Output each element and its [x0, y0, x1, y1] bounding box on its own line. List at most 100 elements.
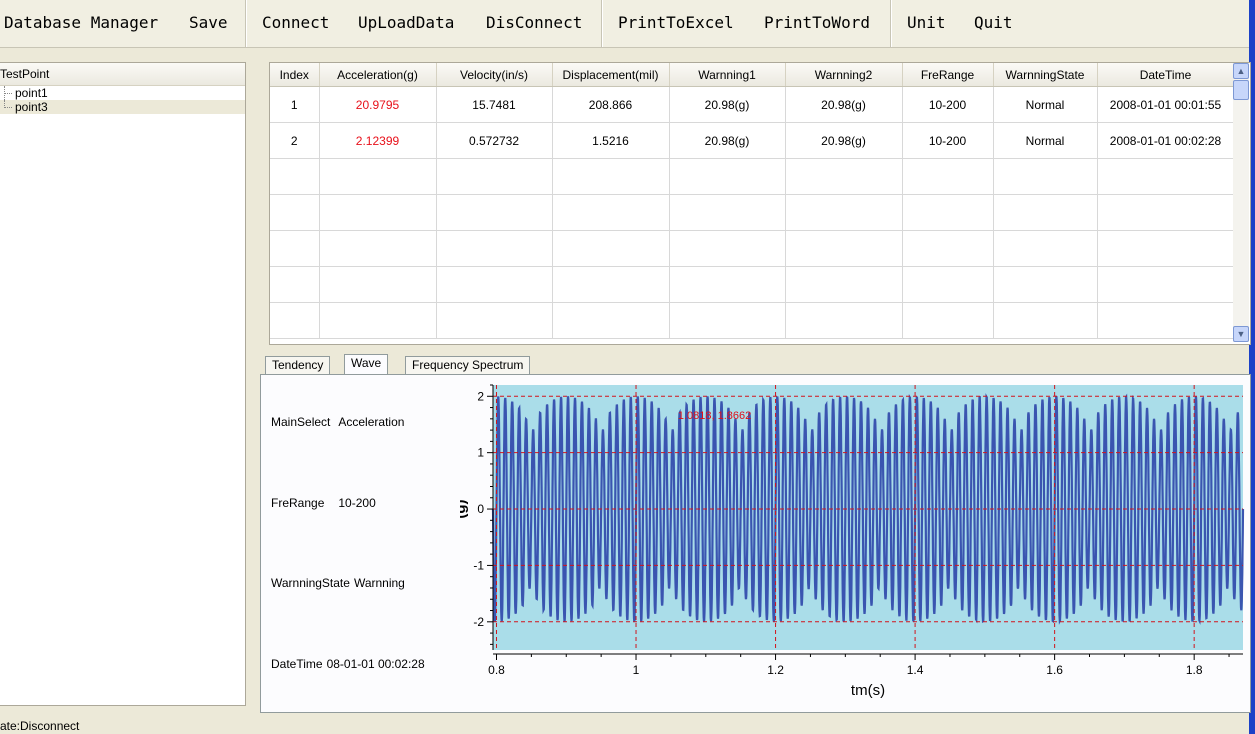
tab-tendency[interactable]: Tendency	[265, 356, 331, 374]
table-cell[interactable]	[552, 158, 670, 195]
table-cell[interactable]	[436, 194, 553, 231]
table-cell[interactable]	[552, 302, 670, 339]
cell-warnningstate[interactable]: Normal	[993, 86, 1098, 123]
table-cell[interactable]	[270, 194, 320, 231]
table-cell[interactable]	[319, 158, 437, 195]
cell-displacement[interactable]: 1.5216	[552, 122, 670, 159]
table-cell[interactable]	[1097, 194, 1235, 231]
table-cell[interactable]	[993, 230, 1098, 267]
table-cell[interactable]	[993, 158, 1098, 195]
table-cell[interactable]	[993, 302, 1098, 339]
table-cell[interactable]	[319, 302, 437, 339]
table-cell[interactable]	[552, 194, 670, 231]
table-cell[interactable]	[270, 158, 320, 195]
table-cell[interactable]	[669, 194, 786, 231]
status-text: ate:Disconnect	[0, 719, 80, 733]
table-scrollbar[interactable]: ▲ ▼	[1233, 63, 1249, 342]
table-row[interactable]: 2 2.12399 0.572732 1.5216 20.98(g) 20.98(g) 10…	[270, 122, 1235, 159]
table-row-empty[interactable]	[270, 158, 1235, 195]
cell-datetime[interactable]: 2008-01-01 00:01:55	[1097, 86, 1235, 123]
table-row[interactable]: 1 20.9795 15.7481 208.866 20.98(g) 20.98(g) 10…	[270, 86, 1235, 123]
menu-unit[interactable]: Unit	[907, 0, 946, 47]
scroll-up-icon[interactable]: ▲	[1233, 63, 1249, 79]
menu-quit[interactable]: Quit	[974, 0, 1013, 47]
table-cell[interactable]	[785, 158, 903, 195]
cell-frerange[interactable]: 10-200	[902, 86, 994, 123]
table-cell[interactable]	[902, 302, 994, 339]
table-cell[interactable]	[993, 266, 1098, 303]
cell-velocity[interactable]: 15.7481	[436, 86, 553, 123]
cell-datetime[interactable]: 2008-01-01 00:02:28	[1097, 122, 1235, 159]
cell-index[interactable]: 1	[270, 86, 320, 123]
col-header-frerange[interactable]: FreRange	[902, 63, 994, 87]
table-cell[interactable]	[902, 158, 994, 195]
table-cell[interactable]	[902, 194, 994, 231]
table-cell[interactable]	[785, 230, 903, 267]
cell-displacement[interactable]: 208.866	[552, 86, 670, 123]
cell-warnning2[interactable]: 20.98(g)	[785, 86, 903, 123]
col-header-warnning2[interactable]: Warnning2	[785, 63, 903, 87]
tree-item-point1[interactable]: point1	[0, 86, 245, 100]
menu-print-to-word[interactable]: PrintToWord	[764, 0, 870, 47]
cell-warnning1[interactable]: 20.98(g)	[669, 86, 786, 123]
cell-warnning2[interactable]: 20.98(g)	[785, 122, 903, 159]
cell-warnning1[interactable]: 20.98(g)	[669, 122, 786, 159]
table-cell[interactable]	[1097, 230, 1235, 267]
menu-print-to-excel[interactable]: PrintToExcel	[618, 0, 734, 47]
col-header-acceleration[interactable]: Acceleration(g)	[319, 63, 437, 87]
scroll-down-icon[interactable]: ▼	[1233, 326, 1249, 342]
table-cell[interactable]	[1097, 158, 1235, 195]
scroll-thumb[interactable]	[1233, 80, 1249, 100]
col-header-displacement[interactable]: Displacement(mil)	[552, 63, 670, 87]
table-cell[interactable]	[270, 266, 320, 303]
menu-connect[interactable]: Connect	[262, 0, 329, 47]
col-header-index[interactable]: Index	[270, 63, 320, 87]
table-cell[interactable]	[319, 230, 437, 267]
table-cell[interactable]	[270, 302, 320, 339]
cell-acceleration[interactable]: 20.9795	[319, 86, 437, 123]
table-cell[interactable]	[669, 266, 786, 303]
table-cell[interactable]	[902, 230, 994, 267]
table-cell[interactable]	[436, 230, 553, 267]
tab-frequency-spectrum[interactable]: Frequency Spectrum	[405, 356, 531, 374]
menu-upload-data[interactable]: UpLoadData	[358, 0, 454, 47]
table-row-empty[interactable]	[270, 266, 1235, 303]
menu-database-manager[interactable]: Database Manager	[4, 0, 158, 47]
col-header-velocity[interactable]: Velocity(in/s)	[436, 63, 553, 87]
table-cell[interactable]	[436, 266, 553, 303]
table-cell[interactable]	[669, 158, 786, 195]
tree-header[interactable]: TestPoint	[0, 63, 245, 86]
col-header-warnningstate[interactable]: WarnningState	[993, 63, 1098, 87]
table-cell[interactable]	[785, 302, 903, 339]
table-cell[interactable]	[1097, 302, 1235, 339]
col-header-warnning1[interactable]: Warnning1	[669, 63, 786, 87]
cell-velocity[interactable]: 0.572732	[436, 122, 553, 159]
cell-acceleration[interactable]: 2.12399	[319, 122, 437, 159]
table-cell[interactable]	[436, 158, 553, 195]
cell-frerange[interactable]: 10-200	[902, 122, 994, 159]
table-cell[interactable]	[785, 194, 903, 231]
col-header-datetime[interactable]: DateTime	[1097, 63, 1235, 87]
menu-save[interactable]: Save	[189, 0, 228, 47]
table-cell[interactable]	[669, 230, 786, 267]
table-cell[interactable]	[1097, 266, 1235, 303]
table-cell[interactable]	[902, 266, 994, 303]
tree-item-point3[interactable]: point3	[0, 100, 245, 114]
wave-chart[interactable]: -2 -1 0 1 2 0.8 1 1.2 1.4 1.6 1.8 tm(s) (g) 1.0818, 1…	[460, 380, 1248, 704]
table-row-empty[interactable]	[270, 194, 1235, 231]
cell-warnningstate[interactable]: Normal	[993, 122, 1098, 159]
table-cell[interactable]	[319, 266, 437, 303]
tab-wave[interactable]: Wave	[344, 354, 389, 374]
cell-index[interactable]: 2	[270, 122, 320, 159]
table-cell[interactable]	[552, 266, 670, 303]
table-cell[interactable]	[993, 194, 1098, 231]
table-cell[interactable]	[270, 230, 320, 267]
table-cell[interactable]	[669, 302, 786, 339]
menu-disconnect[interactable]: DisConnect	[486, 0, 582, 47]
table-cell[interactable]	[436, 302, 553, 339]
table-row-empty[interactable]	[270, 230, 1235, 267]
table-cell[interactable]	[319, 194, 437, 231]
table-cell[interactable]	[785, 266, 903, 303]
table-cell[interactable]	[552, 230, 670, 267]
table-row-empty[interactable]	[270, 302, 1235, 339]
